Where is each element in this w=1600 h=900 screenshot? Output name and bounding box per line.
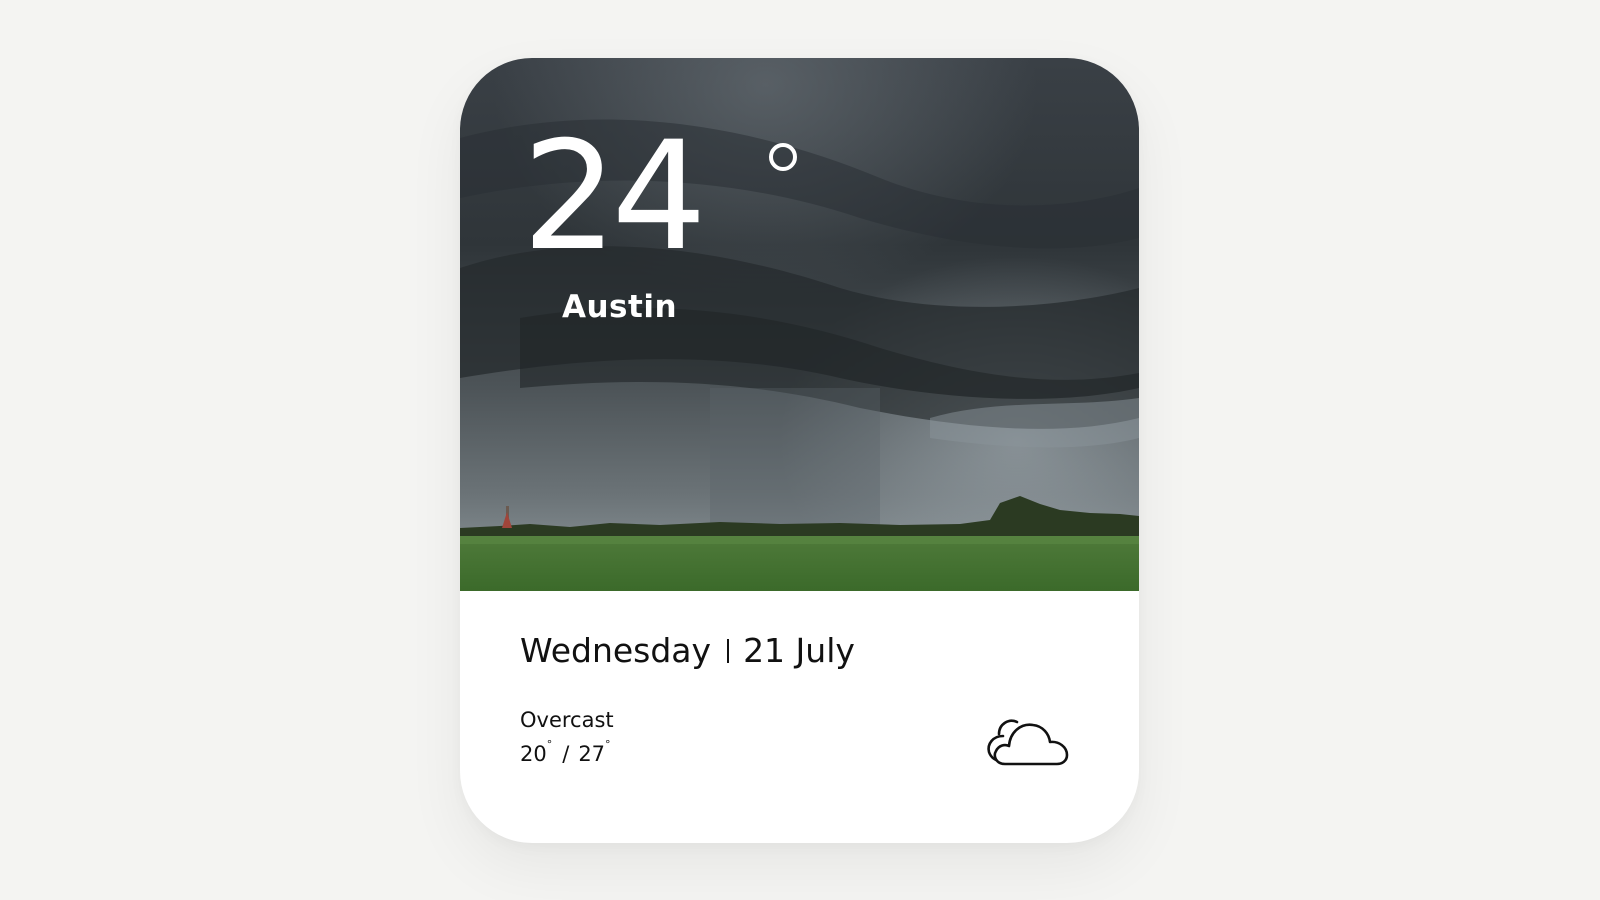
weather-card[interactable]: 24 Austin Wednesday 21 July Overcast 20°… [460, 58, 1139, 843]
cloud-icon [983, 706, 1073, 768]
degree-symbol [769, 143, 797, 171]
low-temperature: 20 [520, 742, 547, 766]
date-line: Wednesday 21 July [520, 631, 855, 670]
calendar-date: 21 July [743, 631, 855, 670]
day-of-week: Wednesday [520, 631, 712, 670]
temperature-value: 24 [522, 110, 707, 284]
high-temperature: 27 [578, 742, 606, 766]
low-degree: ° [546, 738, 553, 751]
city-name: Austin [562, 289, 678, 325]
weather-condition: Overcast [520, 708, 614, 732]
date-separator [727, 638, 730, 663]
temperature-range: 20°/27° [520, 738, 611, 766]
high-degree: ° [605, 738, 611, 751]
range-separator: / [562, 742, 570, 766]
